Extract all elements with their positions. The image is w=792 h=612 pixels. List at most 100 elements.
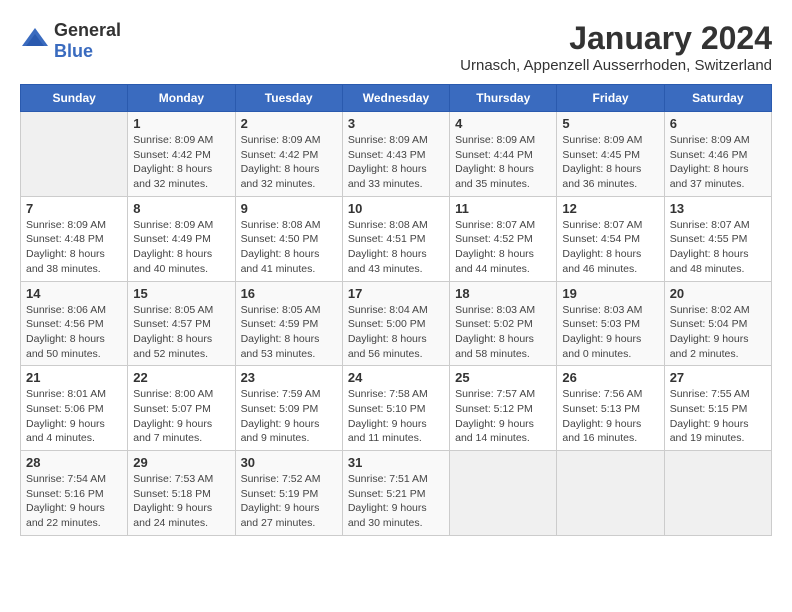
calendar-cell: 14 Sunrise: 8:06 AMSunset: 4:56 PMDayligh… (21, 281, 128, 366)
day-detail: Sunrise: 8:07 AMSunset: 4:52 PMDaylight:… (455, 218, 551, 277)
calendar-cell: 1Sunrise: 8:09 AMSunset: 4:42 PMDaylight… (128, 112, 235, 197)
day-detail: Sunrise: 8:09 AMSunset: 4:49 PMDaylight:… (133, 218, 229, 277)
day-detail: Sunrise: 8:05 AMSunset: 4:59 PMDaylight:… (241, 303, 337, 362)
day-number: 7 (26, 201, 122, 216)
day-number: 28 (26, 455, 122, 470)
calendar-cell: 6Sunrise: 8:09 AMSunset: 4:46 PMDaylight… (664, 112, 771, 197)
calendar-cell: 17Sunrise: 8:04 AMSunset: 5:00 PMDayligh… (342, 281, 449, 366)
day-detail: Sunrise: 8:09 AMSunset: 4:42 PMDaylight:… (133, 133, 229, 192)
day-number: 3 (348, 116, 444, 131)
day-number: 31 (348, 455, 444, 470)
logo-icon (20, 26, 50, 56)
day-detail: Sunrise: 8:07 AMSunset: 4:55 PMDaylight:… (670, 218, 766, 277)
calendar-cell: 9 Sunrise: 8:08 AMSunset: 4:50 PMDaylight… (235, 196, 342, 281)
weekday-header: Friday (557, 85, 664, 112)
weekday-header: Monday (128, 85, 235, 112)
day-number: 14 (26, 286, 122, 301)
day-detail: Sunrise: 7:54 AMSunset: 5:16 PMDaylight:… (26, 472, 122, 531)
day-detail: Sunrise: 7:57 AMSunset: 5:12 PMDaylight:… (455, 387, 551, 446)
day-number: 10 (348, 201, 444, 216)
day-detail: Sunrise: 8:09 AMSunset: 4:44 PMDaylight:… (455, 133, 551, 192)
calendar-cell: 3 Sunrise: 8:09 AMSunset: 4:43 PMDaylight… (342, 112, 449, 197)
calendar-subtitle: Urnasch, Appenzell Ausserrhoden, Switzer… (460, 57, 772, 74)
calendar-cell: 16Sunrise: 8:05 AMSunset: 4:59 PMDayligh… (235, 281, 342, 366)
calendar-title: January 2024 (460, 20, 772, 57)
calendar-cell: 11 Sunrise: 8:07 AMSunset: 4:52 PMDayligh… (450, 196, 557, 281)
day-detail: Sunrise: 7:52 AMSunset: 5:19 PMDaylight:… (241, 472, 337, 531)
day-number: 27 (670, 370, 766, 385)
day-number: 15 (133, 286, 229, 301)
logo-blue: Blue (54, 41, 93, 61)
calendar-cell: 29 Sunrise: 7:53 AMSunset: 5:18 PMDayligh… (128, 451, 235, 536)
logo-general: General (54, 20, 121, 40)
logo: General Blue (20, 20, 121, 62)
day-number: 2 (241, 116, 337, 131)
day-number: 12 (562, 201, 658, 216)
calendar-cell (664, 451, 771, 536)
calendar-week-row: 1Sunrise: 8:09 AMSunset: 4:42 PMDaylight… (21, 112, 772, 197)
day-number: 26 (562, 370, 658, 385)
calendar-cell: 10 Sunrise: 8:08 AMSunset: 4:51 PMDayligh… (342, 196, 449, 281)
day-number: 21 (26, 370, 122, 385)
day-detail: Sunrise: 8:08 AMSunset: 4:51 PMDaylight:… (348, 218, 444, 277)
calendar-cell: 8 Sunrise: 8:09 AMSunset: 4:49 PMDaylight… (128, 196, 235, 281)
day-number: 29 (133, 455, 229, 470)
day-number: 19 (562, 286, 658, 301)
day-detail: Sunrise: 8:08 AMSunset: 4:50 PMDaylight:… (241, 218, 337, 277)
calendar-week-row: 28 Sunrise: 7:54 AMSunset: 5:16 PMDayligh… (21, 451, 772, 536)
calendar-week-row: 7 Sunrise: 8:09 AMSunset: 4:48 PMDaylight… (21, 196, 772, 281)
calendar-cell: 2 Sunrise: 8:09 AMSunset: 4:42 PMDaylight… (235, 112, 342, 197)
day-detail: Sunrise: 7:55 AMSunset: 5:15 PMDaylight:… (670, 387, 766, 446)
day-detail: Sunrise: 8:09 AMSunset: 4:43 PMDaylight:… (348, 133, 444, 192)
day-detail: Sunrise: 8:03 AMSunset: 5:02 PMDaylight:… (455, 303, 551, 362)
calendar-cell: 22Sunrise: 8:00 AMSunset: 5:07 PMDayligh… (128, 366, 235, 451)
calendar-cell: 12Sunrise: 8:07 AMSunset: 4:54 PMDayligh… (557, 196, 664, 281)
calendar-cell (557, 451, 664, 536)
day-number: 11 (455, 201, 551, 216)
day-detail: Sunrise: 7:53 AMSunset: 5:18 PMDaylight:… (133, 472, 229, 531)
day-detail: Sunrise: 7:56 AMSunset: 5:13 PMDaylight:… (562, 387, 658, 446)
day-detail: Sunrise: 8:01 AMSunset: 5:06 PMDaylight:… (26, 387, 122, 446)
day-detail: Sunrise: 7:51 AMSunset: 5:21 PMDaylight:… (348, 472, 444, 531)
day-detail: Sunrise: 7:59 AMSunset: 5:09 PMDaylight:… (241, 387, 337, 446)
calendar-week-row: 21 Sunrise: 8:01 AMSunset: 5:06 PMDayligh… (21, 366, 772, 451)
weekday-header: Wednesday (342, 85, 449, 112)
day-number: 13 (670, 201, 766, 216)
day-number: 24 (348, 370, 444, 385)
calendar-cell: 5 Sunrise: 8:09 AMSunset: 4:45 PMDaylight… (557, 112, 664, 197)
calendar-cell: 20Sunrise: 8:02 AMSunset: 5:04 PMDayligh… (664, 281, 771, 366)
day-number: 30 (241, 455, 337, 470)
day-detail: Sunrise: 8:06 AMSunset: 4:56 PMDaylight:… (26, 303, 122, 362)
day-number: 8 (133, 201, 229, 216)
weekday-header: Thursday (450, 85, 557, 112)
day-detail: Sunrise: 8:09 AMSunset: 4:42 PMDaylight:… (241, 133, 337, 192)
calendar-cell: 27 Sunrise: 7:55 AMSunset: 5:15 PMDayligh… (664, 366, 771, 451)
calendar-cell: 28 Sunrise: 7:54 AMSunset: 5:16 PMDayligh… (21, 451, 128, 536)
day-number: 5 (562, 116, 658, 131)
calendar-cell: 23 Sunrise: 7:59 AMSunset: 5:09 PMDayligh… (235, 366, 342, 451)
day-detail: Sunrise: 7:58 AMSunset: 5:10 PMDaylight:… (348, 387, 444, 446)
calendar-cell (450, 451, 557, 536)
day-detail: Sunrise: 8:09 AMSunset: 4:48 PMDaylight:… (26, 218, 122, 277)
calendar-cell: 7 Sunrise: 8:09 AMSunset: 4:48 PMDaylight… (21, 196, 128, 281)
calendar-cell: 26 Sunrise: 7:56 AMSunset: 5:13 PMDayligh… (557, 366, 664, 451)
title-block: January 2024 Urnasch, Appenzell Ausserrh… (460, 20, 772, 74)
day-number: 4 (455, 116, 551, 131)
calendar-cell: 13 Sunrise: 8:07 AMSunset: 4:55 PMDayligh… (664, 196, 771, 281)
day-number: 6 (670, 116, 766, 131)
day-detail: Sunrise: 8:05 AMSunset: 4:57 PMDaylight:… (133, 303, 229, 362)
day-number: 23 (241, 370, 337, 385)
calendar-cell: 19Sunrise: 8:03 AMSunset: 5:03 PMDayligh… (557, 281, 664, 366)
calendar-cell: 25Sunrise: 7:57 AMSunset: 5:12 PMDayligh… (450, 366, 557, 451)
calendar-cell: 24 Sunrise: 7:58 AMSunset: 5:10 PMDayligh… (342, 366, 449, 451)
page-header: General Blue January 2024 Urnasch, Appen… (20, 20, 772, 74)
day-detail: Sunrise: 8:09 AMSunset: 4:45 PMDaylight:… (562, 133, 658, 192)
day-detail: Sunrise: 8:04 AMSunset: 5:00 PMDaylight:… (348, 303, 444, 362)
calendar-cell: 18Sunrise: 8:03 AMSunset: 5:02 PMDayligh… (450, 281, 557, 366)
day-number: 20 (670, 286, 766, 301)
day-number: 9 (241, 201, 337, 216)
calendar-cell: 15 Sunrise: 8:05 AMSunset: 4:57 PMDayligh… (128, 281, 235, 366)
weekday-header: Tuesday (235, 85, 342, 112)
calendar-body: 1Sunrise: 8:09 AMSunset: 4:42 PMDaylight… (21, 112, 772, 536)
calendar-table: SundayMondayTuesdayWednesdayThursdayFrid… (20, 84, 772, 536)
